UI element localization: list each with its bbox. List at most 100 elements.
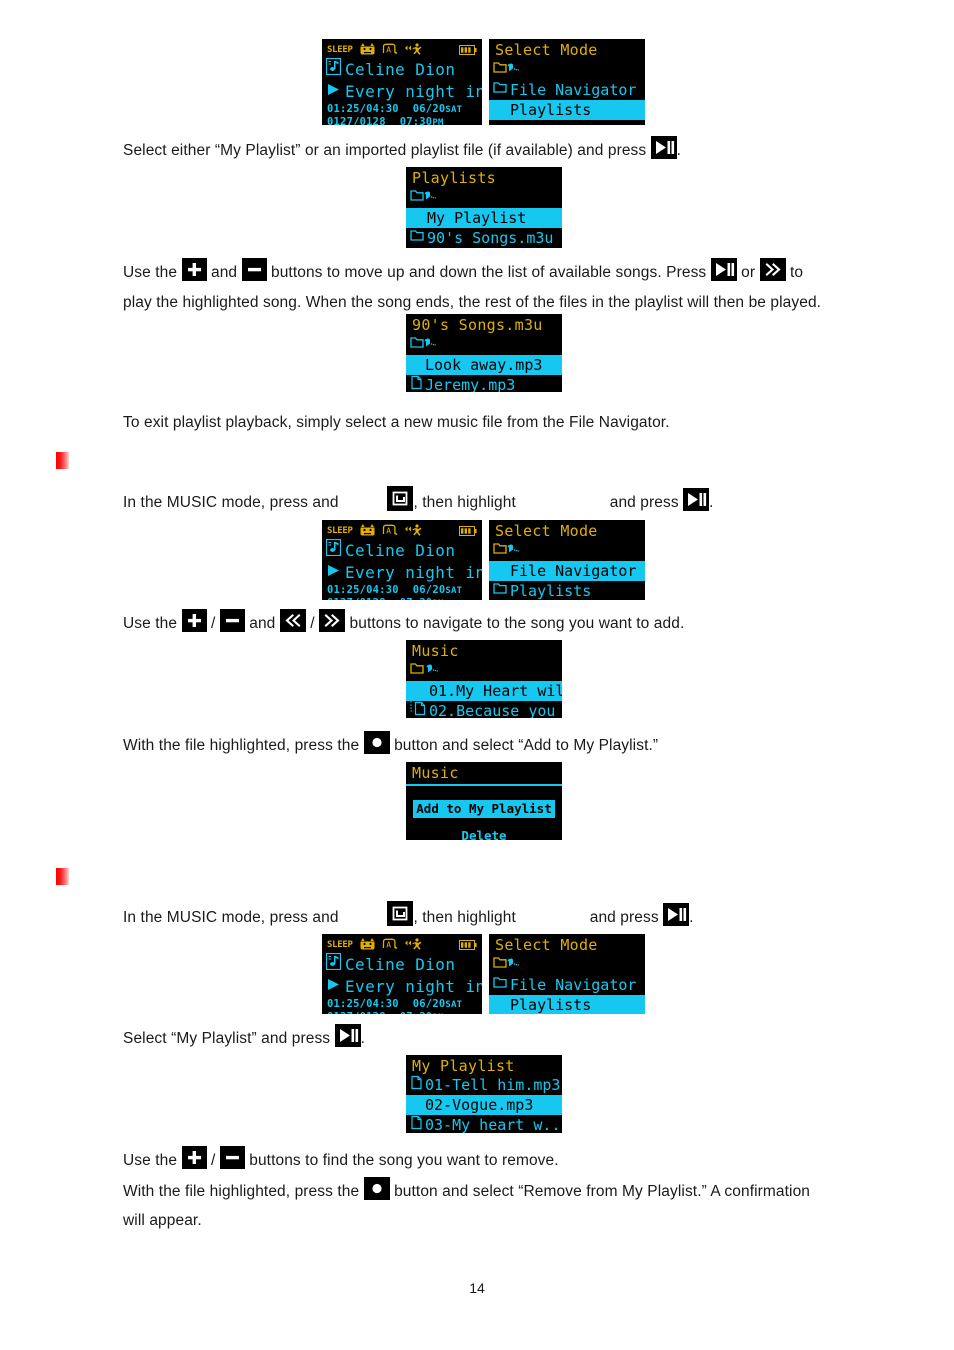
paragraph-text: With the file highlighted, press the: [123, 737, 360, 754]
time-row-2: 0127/012807:30PM: [322, 597, 482, 600]
list-item[interactable]: [489, 540, 645, 561]
track-title: Every night in: [345, 563, 482, 582]
paragraph-text: buttons to move up and down the list of …: [270, 264, 707, 281]
paragraph-text: and: [210, 264, 238, 281]
lcd-songs-m3u: 90's Songs.m3u Look away.mp3 Jeremy.mp3: [406, 314, 562, 392]
list-item-file-navigator[interactable]: File Navigator: [489, 975, 645, 995]
paragraph-text: , then highlight: [413, 494, 516, 511]
paragraph-text: /: [210, 615, 216, 632]
track-line: Every night in: [322, 81, 482, 103]
lcd-now-playing-1: SLEEP A Celine Dion Every night in 01:25…: [322, 39, 482, 125]
lcd-music-context-menu: Music Add to My Playlist Delete: [406, 762, 562, 840]
file-icon: [410, 1115, 423, 1133]
screen-title: Select Mode: [495, 522, 598, 540]
music-note-icon: [325, 57, 342, 81]
music-note-icon: [325, 538, 342, 562]
artist-name: Celine Dion: [345, 954, 456, 974]
paragraph-text: In the MUSIC mode, press and: [123, 909, 339, 926]
divider: [406, 784, 562, 786]
paragraph-text: and press: [609, 494, 679, 511]
paragraph-remove-from-playlist: With the file highlighted, press the but…: [123, 1177, 810, 1207]
list-item-playlists[interactable]: Playlists: [489, 100, 645, 120]
list-item-my-heart-will[interactable]: 01.My Heart will: [406, 681, 562, 701]
time-row-1: 01:25/04:30 06/20SAT: [327, 103, 463, 115]
list-item-because-you[interactable]: 02.Because you: [406, 701, 562, 718]
eq-cat-icon: [360, 40, 375, 59]
svg-text:A: A: [386, 526, 391, 535]
artist-line: Celine Dion: [322, 57, 482, 81]
paragraph-text-end: .: [689, 909, 694, 926]
list-item-look-away[interactable]: Look away.mp3: [406, 355, 562, 375]
list-item-file-navigator[interactable]: File Navigator: [489, 561, 645, 581]
paragraph-text: and: [249, 615, 276, 632]
list-item-vogue[interactable]: 02-Vogue.mp3: [406, 1095, 562, 1115]
paragraph-text: button and select “Remove from My Playli…: [394, 1183, 811, 1200]
folder-icon: [493, 80, 508, 100]
paragraph-text-end: .: [676, 142, 682, 159]
shuffle-runner-icon: [404, 521, 423, 540]
artist-name: Celine Dion: [345, 59, 456, 79]
list-item-tell-him[interactable]: 01-Tell him.mp3: [406, 1075, 562, 1095]
paragraph-text: , then highlight: [413, 909, 516, 926]
list-item-90s-songs[interactable]: 90's Songs.m3u: [406, 228, 562, 248]
time-row-1: 01:25/04:30 06/20SAT: [327, 998, 463, 1010]
screen-title: Select Mode: [495, 936, 598, 954]
plus-button-icon: [181, 258, 207, 281]
updir-icon: [410, 334, 440, 355]
track-title: Every night in: [345, 82, 482, 101]
folder-icon: [410, 208, 425, 228]
paragraph-text: /: [310, 615, 315, 632]
record-button-icon: [363, 1177, 390, 1200]
list-item-label: File Navigator: [510, 976, 637, 994]
file-icon: [410, 1095, 423, 1115]
previous-button-icon: [279, 609, 306, 632]
music-note-icon: [325, 952, 342, 976]
list-item-my-playlist[interactable]: My Playlist: [406, 208, 562, 228]
lcd-music-folder: Music 01.My Heart will 02.Because you: [406, 640, 562, 718]
sleep-label: SLEEP: [327, 44, 353, 55]
paragraph-add-to-playlist: With the file highlighted, press the but…: [123, 731, 658, 761]
paragraph-text: Use the: [123, 264, 178, 281]
folder-icon: [410, 228, 425, 248]
paragraph-text: Use the: [123, 615, 178, 632]
track-line: Every night in: [322, 976, 482, 998]
manual-page: SLEEP A Celine Dion Every night in 01:25…: [0, 0, 954, 1350]
list-item[interactable]: [406, 187, 562, 208]
a-b-repeat-icon: A: [382, 40, 398, 59]
paragraph-exit-playback: To exit playlist playback, simply select…: [123, 408, 670, 438]
list-item-file-navigator[interactable]: File Navigator: [489, 80, 645, 100]
time-row-2: 0127/012807:30PM: [327, 116, 444, 125]
minus-button-icon: [219, 609, 245, 632]
folder-icon: [493, 995, 508, 1014]
lcd-my-playlist: My Playlist 01-Tell him.mp3 02-Vogue.mp3…: [406, 1055, 562, 1133]
menu-item-delete[interactable]: Delete: [406, 827, 562, 840]
list-item-label: Look away.mp3: [425, 356, 543, 374]
a-b-repeat-icon: A: [382, 521, 398, 540]
paragraph-text: Select “My Playlist” and press: [123, 1030, 331, 1047]
updir-icon: [410, 660, 442, 681]
status-bar: SLEEP A: [322, 520, 482, 539]
list-item-playlists[interactable]: Playlists: [489, 995, 645, 1014]
list-item[interactable]: [406, 334, 562, 355]
paragraph-find-song-remove: Use the / buttons to find the song you w…: [123, 1146, 559, 1176]
screen-title: Playlists: [412, 169, 496, 187]
list-item-playlists[interactable]: Playlists: [489, 581, 645, 600]
minus-button-icon: [219, 1146, 245, 1169]
paragraph-navigate-songs: Use the and buttons to move up and down …: [123, 258, 803, 288]
list-item-label: My Playlist: [427, 209, 527, 227]
paragraph-music-mode-1: In the MUSIC mode, press and , then high…: [123, 486, 714, 518]
paragraph-text: will appear.: [123, 1212, 202, 1229]
time-row-1: 01:25/04:30 06/20SAT: [327, 584, 463, 596]
list-item-label: Playlists: [510, 582, 592, 600]
list-item-jeremy[interactable]: Jeremy.mp3: [406, 375, 562, 392]
list-item[interactable]: [489, 59, 645, 80]
paragraph-text: In the MUSIC mode, press and: [123, 494, 339, 511]
list-item-my-heart-w[interactable]: 03-My heart w...: [406, 1115, 562, 1133]
sleep-label: SLEEP: [327, 525, 353, 536]
menu-button-icon: [387, 901, 414, 926]
menu-item-add-to-my-playlist[interactable]: Add to My Playlist: [413, 800, 555, 818]
list-item[interactable]: [489, 954, 645, 975]
next-button-icon: [759, 258, 786, 281]
battery-icon: [459, 40, 477, 59]
list-item[interactable]: [406, 660, 562, 681]
